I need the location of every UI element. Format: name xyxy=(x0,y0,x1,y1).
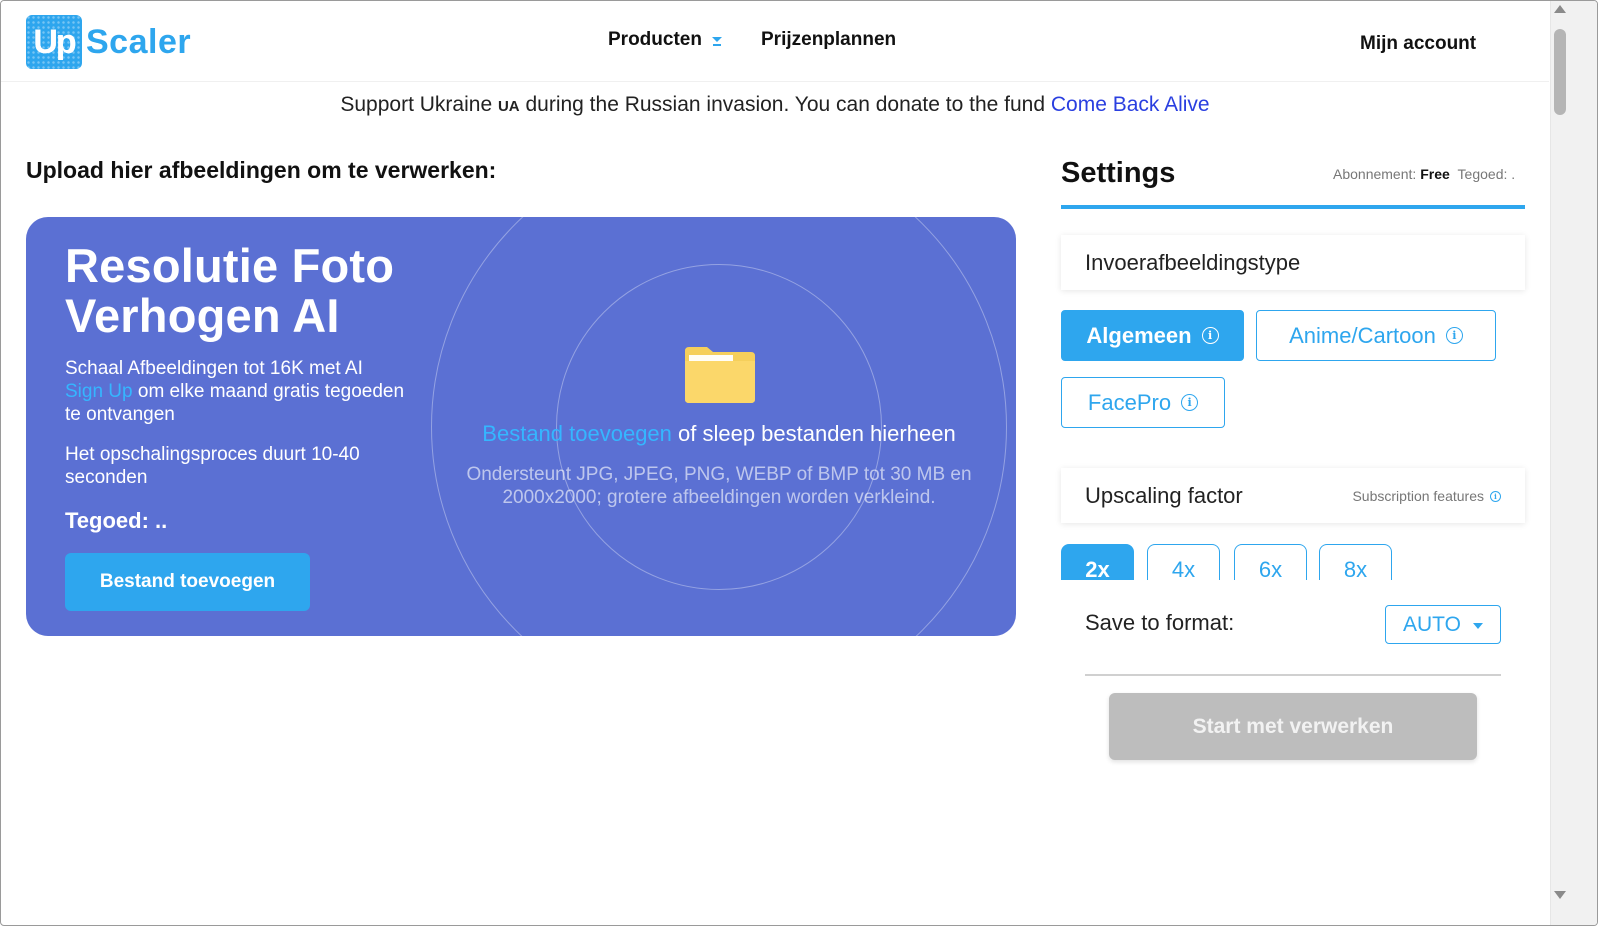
site-header: Up Scaler Producten Prijzenplannen Mijn … xyxy=(1,1,1549,82)
start-processing-button[interactable]: Start met verwerken xyxy=(1109,693,1477,760)
subscription-features-label[interactable]: Subscription features i xyxy=(1352,488,1501,504)
divider xyxy=(1085,674,1501,676)
scroll-down-arrow-icon[interactable] xyxy=(1554,891,1566,899)
chevron-down-icon xyxy=(711,37,722,46)
factor-6x-button[interactable]: 6x xyxy=(1234,544,1307,580)
info-icon[interactable]: i xyxy=(1181,394,1199,411)
supported-formats-text: Ondersteunt JPG, JPEG, PNG, WEBP of BMP … xyxy=(466,464,972,508)
subscription-info: Abonnement: Free Tegoed: . xyxy=(1333,166,1516,182)
sign-up-link[interactable]: Sign Up xyxy=(65,381,133,402)
ua-flag-icon: UA xyxy=(497,98,520,115)
upload-title: Upload hier afbeeldingen om te verwerken… xyxy=(26,157,497,183)
type-facepro-button[interactable]: FacePro i xyxy=(1061,377,1225,428)
upscaling-factor-header: Upscaling factor Subscription features i xyxy=(1061,468,1525,523)
upload-dropzone[interactable]: Resolutie Foto Verhogen AI Schaal Afbeel… xyxy=(26,217,1016,636)
logo-badge: Up xyxy=(26,15,82,69)
logo[interactable]: Up Scaler xyxy=(26,14,191,70)
browser-viewport: Up Scaler Producten Prijzenplannen Mijn … xyxy=(0,0,1598,926)
add-file-button[interactable]: Bestand toevoegen xyxy=(65,553,310,611)
settings-underline xyxy=(1061,205,1525,209)
logo-text: Scaler xyxy=(86,22,192,61)
scroll-up-arrow-icon[interactable] xyxy=(1554,5,1566,13)
dropzone-text: Bestand toevoegen of sleep bestanden hie… xyxy=(482,421,956,446)
nav-pricing[interactable]: Prijzenplannen xyxy=(761,29,896,51)
chevron-down-icon xyxy=(1473,623,1483,629)
hero-title: Resolutie Foto Verhogen AI xyxy=(65,239,395,342)
nav-my-account[interactable]: Mijn account xyxy=(1360,33,1476,55)
info-icon[interactable]: i xyxy=(1201,327,1219,344)
save-format-label: Save to format: xyxy=(1085,610,1235,635)
factor-2x-button[interactable]: 2x xyxy=(1061,544,1134,580)
credit-display: Tegoed: .. xyxy=(65,508,168,533)
type-general-button[interactable]: Algemeen i xyxy=(1061,310,1244,361)
ukraine-support-banner: Support Ukraine UA during the Russian in… xyxy=(340,93,1210,116)
factor-8x-button[interactable]: 8x xyxy=(1319,544,1392,580)
settings-title: Settings xyxy=(1061,157,1176,189)
come-back-alive-link[interactable]: Come Back Alive xyxy=(1051,93,1210,116)
nav-products-label: Producten xyxy=(608,29,702,50)
process-duration-text: Het opschalingsproces duurt 10-40 second… xyxy=(65,444,360,488)
input-type-header: Invoerafbeeldingstype xyxy=(1061,235,1525,290)
factor-4x-button[interactable]: 4x xyxy=(1147,544,1220,580)
scrollbar[interactable] xyxy=(1550,1,1597,925)
hero-description: Schaal Afbeeldingen tot 16K met AI Sign … xyxy=(65,358,405,425)
info-icon[interactable]: i xyxy=(1445,327,1463,344)
dropzone-add-file-link[interactable]: Bestand toevoegen xyxy=(482,421,672,446)
save-format-select[interactable]: AUTO xyxy=(1385,605,1501,644)
scrollbar-thumb[interactable] xyxy=(1554,29,1566,115)
folder-icon xyxy=(685,347,755,403)
nav-products[interactable]: Producten xyxy=(608,29,722,51)
info-icon: i xyxy=(1490,490,1501,502)
type-anime-button[interactable]: Anime/Cartoon i xyxy=(1256,310,1496,361)
